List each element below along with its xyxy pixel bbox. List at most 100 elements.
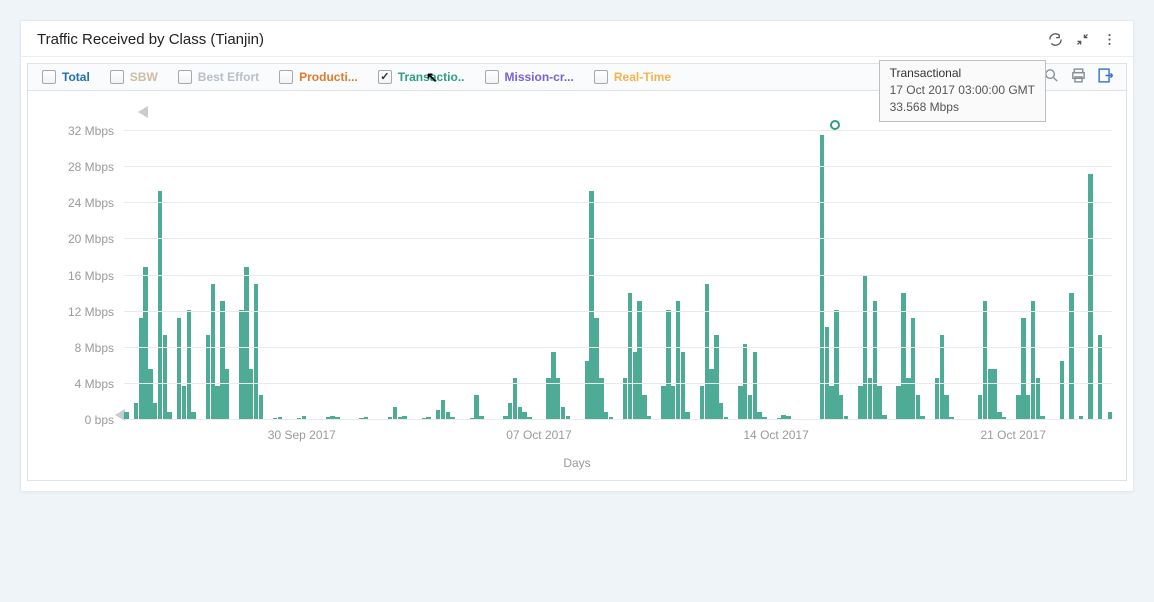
- highlight-marker: [830, 120, 840, 130]
- bar: [628, 293, 632, 420]
- legend-checkbox[interactable]: [594, 70, 608, 84]
- bar: [873, 301, 877, 420]
- bar: [153, 403, 157, 420]
- bar: [1026, 395, 1030, 421]
- y-tick-label: 24 Mbps: [68, 196, 114, 210]
- bar: [901, 293, 905, 420]
- legend-label: SBW: [130, 70, 158, 84]
- gridline: [124, 419, 1112, 420]
- chart-tooltip: Transactional 17 Oct 2017 03:00:00 GMT 3…: [879, 60, 1046, 122]
- bar: [239, 310, 243, 421]
- print-icon[interactable]: [1070, 67, 1087, 87]
- y-tick-label: 4 Mbps: [75, 377, 114, 391]
- y-tick-label: 0 bps: [85, 413, 114, 427]
- legend-checkbox[interactable]: [42, 70, 56, 84]
- nav-left-icon[interactable]: [138, 106, 148, 118]
- legend-bar: Total SBW Best Effort Producti... Transactio…: [27, 63, 1127, 91]
- bar: [1016, 395, 1020, 421]
- bar: [666, 310, 670, 421]
- legend-item[interactable]: Mission-cr...: [477, 70, 582, 84]
- bar: [508, 403, 512, 420]
- export-icon[interactable]: [1097, 67, 1114, 87]
- bar: [187, 310, 191, 421]
- bar: [599, 378, 603, 421]
- y-tick-label: 16 Mbps: [68, 269, 114, 283]
- gridline: [124, 238, 1112, 239]
- bar: [714, 335, 718, 420]
- bar: [225, 369, 229, 420]
- legend-item[interactable]: SBW: [102, 70, 166, 84]
- bar: [220, 301, 224, 420]
- legend-checkbox[interactable]: [279, 70, 293, 84]
- card-actions: [1048, 32, 1117, 47]
- bar: [700, 386, 704, 420]
- bar: [944, 395, 948, 421]
- bar: [177, 318, 181, 420]
- bar: [1021, 318, 1025, 420]
- gridline: [124, 275, 1112, 276]
- bar: [244, 267, 248, 420]
- refresh-icon[interactable]: [1048, 32, 1063, 47]
- y-tick-label: 8 Mbps: [75, 341, 114, 355]
- legend-item[interactable]: Total: [34, 70, 98, 84]
- gridline: [124, 202, 1112, 203]
- legend-item[interactable]: Producti...: [271, 70, 366, 84]
- bar: [906, 378, 910, 421]
- legend-label: Mission-cr...: [505, 70, 574, 84]
- bar: [738, 386, 742, 420]
- gridline: [124, 130, 1112, 131]
- more-icon[interactable]: [1102, 32, 1117, 47]
- bar: [215, 386, 219, 420]
- bar: [709, 369, 713, 420]
- tooltip-series: Transactional: [890, 65, 1035, 82]
- bar: [825, 327, 829, 421]
- legend-label: Real-Time: [614, 70, 671, 84]
- legend-item[interactable]: Transactio..: [370, 70, 473, 84]
- bar: [839, 395, 843, 421]
- legend-label: Transactio..: [398, 70, 465, 84]
- tooltip-value: 33.568 Mbps: [890, 99, 1035, 116]
- y-tick-label: 32 Mbps: [68, 124, 114, 138]
- bar: [206, 335, 210, 420]
- bar: [148, 369, 152, 420]
- gridline: [124, 166, 1112, 167]
- bar: [834, 310, 838, 421]
- bar: [585, 361, 589, 421]
- bar: [134, 403, 138, 420]
- bar: [935, 378, 939, 421]
- legend-checkbox[interactable]: [110, 70, 124, 84]
- collapse-icon[interactable]: [1075, 32, 1090, 47]
- bar: [829, 386, 833, 420]
- bar: [546, 378, 550, 421]
- bar: [163, 335, 167, 420]
- bar: [676, 301, 680, 420]
- legend-checkbox[interactable]: [378, 70, 392, 84]
- bar: [551, 352, 555, 420]
- plot-area[interactable]: 0 bps4 Mbps8 Mbps12 Mbps16 Mbps20 Mbps24…: [124, 131, 1112, 420]
- bar: [940, 335, 944, 420]
- bar: [1031, 301, 1035, 420]
- bar: [1060, 361, 1064, 421]
- bar: [259, 395, 263, 421]
- bar: [863, 276, 867, 421]
- bar: [1036, 378, 1040, 421]
- legend-item[interactable]: Best Effort: [170, 70, 267, 84]
- x-tick-label: 14 Oct 2017: [743, 428, 808, 442]
- bar: [143, 267, 147, 420]
- legend-checkbox[interactable]: [178, 70, 192, 84]
- bar: [158, 191, 162, 421]
- legend-label: Best Effort: [198, 70, 259, 84]
- bar: [753, 352, 757, 420]
- legend-item[interactable]: Real-Time: [586, 70, 679, 84]
- legend-checkbox[interactable]: [485, 70, 499, 84]
- bar: [671, 386, 675, 420]
- tooltip-timestamp: 17 Oct 2017 03:00:00 GMT: [890, 82, 1035, 99]
- chart-bars: [124, 131, 1112, 420]
- bar: [877, 386, 881, 420]
- bar: [858, 386, 862, 420]
- bar: [594, 318, 598, 420]
- bar: [896, 386, 900, 420]
- bar: [988, 369, 992, 420]
- x-axis-label: Days: [563, 456, 590, 470]
- chart-body[interactable]: 0 bps4 Mbps8 Mbps12 Mbps16 Mbps20 Mbps24…: [27, 91, 1127, 481]
